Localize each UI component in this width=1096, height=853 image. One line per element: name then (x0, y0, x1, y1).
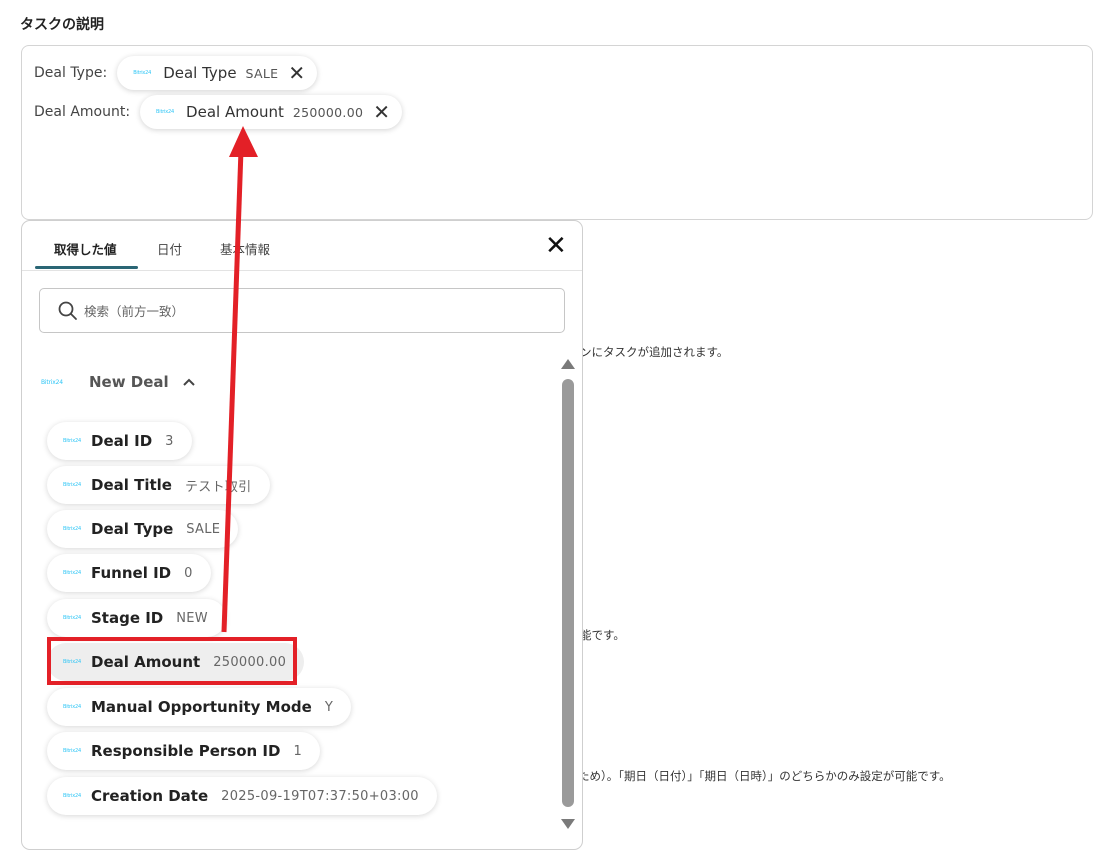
variable-item-stage-id[interactable]: Bitrix24 Stage ID NEW (47, 599, 226, 637)
bitrix24-logo-icon: Bitrix24 (63, 748, 81, 754)
tab-date[interactable]: 日付 (157, 239, 182, 258)
item-value: NEW (176, 610, 208, 626)
deal-amount-label: Deal Amount: (34, 104, 131, 120)
variable-picker-popup: 取得した値 日付 基本情報 ✕ 検索（前方一致） Bitrix24 New De… (21, 220, 583, 850)
item-value: 0 (184, 565, 193, 581)
annotation-highlight-box (47, 637, 297, 685)
tab-acquired-values[interactable]: 取得した値 (54, 239, 117, 258)
item-value: Y (324, 699, 334, 715)
description-row-deal-amount: Deal Amount: Bitrix24 Deal Amount 250000… (34, 95, 402, 129)
item-value: 2025-09-19T07:37:50+03:00 (221, 788, 419, 804)
background-help-text: ため）。「期日（日付）」「期日（日時）」のどちらかのみ設定が可能です。 (578, 769, 951, 783)
remove-icon[interactable]: ✕ (288, 63, 305, 83)
item-value: テスト取引 (184, 479, 252, 495)
description-editor[interactable]: Deal Type: Bitrix24 Deal Type SALE ✕ Dea… (21, 45, 1093, 220)
search-field[interactable]: 検索（前方一致） (39, 288, 565, 333)
item-value: 3 (165, 433, 174, 449)
search-input[interactable]: 検索（前方一致） (84, 301, 184, 320)
bitrix24-logo-icon: Bitrix24 (156, 109, 174, 115)
item-name: Funnel ID (91, 564, 172, 582)
active-tab-indicator (35, 266, 138, 269)
item-name: Deal Type (91, 520, 174, 538)
item-name: Manual Opportunity Mode (91, 698, 312, 716)
bitrix24-logo-icon: Bitrix24 (63, 570, 81, 576)
variable-item-creation-date[interactable]: Bitrix24 Creation Date 2025-09-19T07:37:… (47, 777, 437, 815)
background-help-text: ンにタスクが追加されます。 (580, 345, 729, 359)
variable-item-deal-title[interactable]: Bitrix24 Deal Title テスト取引 (47, 466, 270, 504)
pill-value: 250000.00 (292, 104, 364, 120)
description-row-deal-type: Deal Type: Bitrix24 Deal Type SALE ✕ (34, 56, 318, 90)
variable-item-responsible-person-id[interactable]: Bitrix24 Responsible Person ID 1 (47, 732, 321, 770)
item-name: Deal Title (91, 476, 172, 494)
group-name: New Deal (89, 373, 169, 391)
pill-value: SALE (245, 65, 279, 81)
bitrix24-logo-icon: Bitrix24 (63, 438, 81, 444)
bitrix24-logo-icon: Bitrix24 (63, 704, 81, 710)
remove-icon[interactable]: ✕ (373, 102, 390, 122)
scroll-down-arrow-icon[interactable] (560, 818, 576, 830)
item-name: Responsible Person ID (91, 742, 281, 760)
scrollbar-thumb[interactable] (562, 379, 574, 807)
bitrix24-logo-icon: Bitrix24 (41, 378, 63, 386)
search-icon (58, 301, 77, 320)
variable-item-funnel-id[interactable]: Bitrix24 Funnel ID 0 (47, 554, 211, 592)
variable-item-deal-id[interactable]: Bitrix24 Deal ID 3 (47, 422, 192, 460)
variable-item-deal-type[interactable]: Bitrix24 Deal Type SALE (47, 510, 239, 548)
variable-item-manual-opportunity-mode[interactable]: Bitrix24 Manual Opportunity Mode Y (47, 688, 352, 726)
bitrix24-logo-icon: Bitrix24 (63, 793, 81, 799)
deal-type-variable-pill[interactable]: Bitrix24 Deal Type SALE ✕ (117, 56, 318, 90)
bitrix24-logo-icon: Bitrix24 (63, 615, 81, 621)
deal-amount-variable-pill[interactable]: Bitrix24 Deal Amount 250000.00 ✕ (140, 95, 402, 129)
close-icon[interactable]: ✕ (545, 233, 567, 259)
deal-type-label: Deal Type: (34, 65, 108, 81)
bitrix24-logo-icon: Bitrix24 (63, 526, 81, 532)
item-value: 1 (293, 743, 303, 759)
section-title: タスクの説明 (20, 17, 104, 33)
item-name: Creation Date (91, 787, 209, 805)
pill-name: Deal Type (163, 64, 237, 82)
background-help-text: 能です。 (580, 628, 625, 642)
bitrix24-logo-icon: Bitrix24 (63, 482, 81, 488)
bitrix24-logo-icon: Bitrix24 (133, 70, 152, 76)
item-name: Deal ID (91, 432, 153, 450)
tab-bar: 取得した値 日付 基本情報 ✕ (22, 221, 582, 271)
item-value: SALE (186, 521, 221, 537)
chevron-up-icon[interactable] (182, 378, 195, 386)
scroll-up-arrow-icon[interactable] (560, 358, 576, 370)
pill-name: Deal Amount (186, 103, 284, 121)
tab-basic-info[interactable]: 基本情報 (220, 239, 270, 258)
group-header-new-deal[interactable]: Bitrix24 New Deal (41, 373, 195, 391)
item-name: Stage ID (91, 609, 164, 627)
